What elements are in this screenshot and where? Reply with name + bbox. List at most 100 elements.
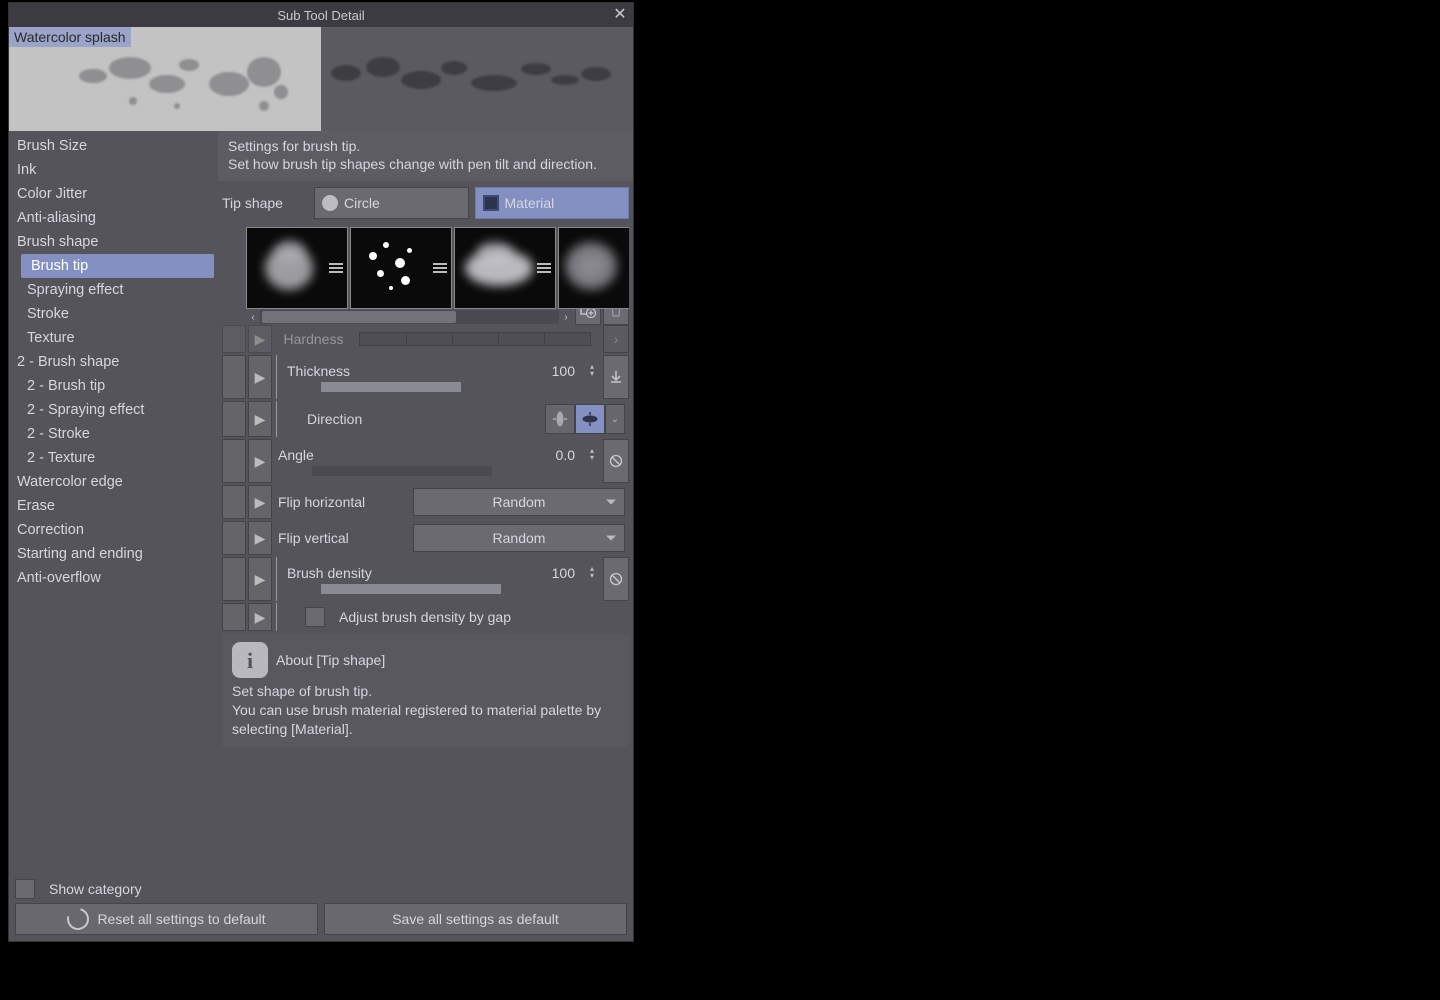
sidebar-item-spraying-effect[interactable]: Spraying effect xyxy=(9,278,218,302)
thickness-value[interactable]: 100 xyxy=(552,363,577,379)
density-label: Brush density xyxy=(287,565,372,581)
bracket xyxy=(276,557,283,601)
bracket xyxy=(276,355,283,399)
reset-icon xyxy=(63,904,93,934)
direction-horizontal-button[interactable] xyxy=(575,404,605,434)
thumb-4[interactable] xyxy=(558,227,629,309)
sidebar-item-2-texture[interactable]: 2 - Texture xyxy=(9,446,218,470)
show-category-label: Show category xyxy=(49,881,142,897)
sidebar-item-brush-shape[interactable]: Brush shape xyxy=(9,230,218,254)
hardness-more-button[interactable]: › xyxy=(603,325,629,353)
sidebar-item-2-stroke[interactable]: 2 - Stroke xyxy=(9,422,218,446)
flip-h-checkbox[interactable] xyxy=(222,485,246,519)
drag-icon[interactable] xyxy=(433,263,447,273)
thickness-dynamics-button[interactable]: ▶ xyxy=(248,355,272,399)
brush-tip-thumbnails xyxy=(246,227,629,309)
direction-dynamics-button[interactable]: ▶ xyxy=(248,401,272,437)
thickness-label: Thickness xyxy=(287,363,350,379)
tip-shape-label: Tip shape xyxy=(222,195,308,211)
density-lock-button[interactable] xyxy=(603,557,629,601)
sidebar-item-brush-tip[interactable]: Brush tip xyxy=(21,254,214,278)
show-category-checkbox[interactable] xyxy=(15,879,35,899)
sidebar-item-stroke[interactable]: Stroke xyxy=(9,302,218,326)
about-heading: About [Tip shape] xyxy=(276,651,385,670)
sidebar-item-correction[interactable]: Correction xyxy=(9,518,218,542)
density-checkbox[interactable] xyxy=(222,557,246,601)
sidebar-item-starting-ending[interactable]: Starting and ending xyxy=(9,542,218,566)
main-panel: Settings for brush tip. Set how brush ti… xyxy=(218,131,633,873)
save-defaults-button[interactable]: Save all settings as default xyxy=(324,903,627,935)
thickness-save-button[interactable] xyxy=(603,355,629,399)
close-button[interactable]: ✕ xyxy=(611,5,629,23)
density-value[interactable]: 100 xyxy=(552,565,577,581)
sidebar-item-watercolor-edge[interactable]: Watercolor edge xyxy=(9,470,218,494)
thumb-2[interactable] xyxy=(350,227,452,309)
sidebar-item-ink[interactable]: Ink xyxy=(9,158,218,182)
sidebar-item-erase[interactable]: Erase xyxy=(9,494,218,518)
adjust-gap-checkbox[interactable] xyxy=(305,607,325,627)
thumb-scrollbar[interactable] xyxy=(260,310,559,324)
about-box: i About [Tip shape] Set shape of brush t… xyxy=(222,634,629,747)
description-box: Settings for brush tip. Set how brush ti… xyxy=(218,131,633,181)
thickness-slider[interactable] xyxy=(321,382,461,392)
density-spinner[interactable]: ▴▾ xyxy=(587,566,597,579)
scroll-right-icon[interactable]: › xyxy=(559,310,573,324)
tip-shape-circle-button[interactable]: Circle xyxy=(314,187,469,219)
thumb-1[interactable] xyxy=(246,227,348,309)
preview-light[interactable]: Watercolor splash xyxy=(9,27,321,131)
direction-checkbox[interactable] xyxy=(222,401,246,437)
adjust-gap-label: Adjust brush density by gap xyxy=(339,609,511,625)
adjust-gap-pre-checkbox[interactable] xyxy=(222,603,246,631)
drag-icon[interactable] xyxy=(329,263,343,273)
footer: Show category Reset all settings to defa… xyxy=(9,873,633,941)
direction-more-button[interactable]: ⌄ xyxy=(605,404,625,434)
scroll-left-icon[interactable]: ‹ xyxy=(246,310,260,324)
flip-v-dynamics-button[interactable]: ▶ xyxy=(248,521,272,555)
angle-spinner[interactable]: ▴▾ xyxy=(587,448,597,461)
reset-button[interactable]: Reset all settings to default xyxy=(15,903,318,935)
hardness-checkbox[interactable] xyxy=(222,325,246,353)
thickness-spinner[interactable]: ▴▾ xyxy=(587,364,597,377)
window-title: Sub Tool Detail xyxy=(277,8,364,23)
sidebar-item-2-brush-tip[interactable]: 2 - Brush tip xyxy=(9,374,218,398)
flip-h-dynamics-button[interactable]: ▶ xyxy=(248,485,272,519)
bracket xyxy=(276,401,283,437)
thumb-3[interactable] xyxy=(454,227,556,309)
sidebar-item-anti-overflow[interactable]: Anti-overflow xyxy=(9,566,218,590)
titlebar[interactable]: Sub Tool Detail ✕ xyxy=(9,3,633,27)
drag-icon[interactable] xyxy=(537,263,551,273)
direction-vertical-button[interactable] xyxy=(545,404,575,434)
sidebar-item-2-brush-shape[interactable]: 2 - Brush shape xyxy=(9,350,218,374)
tip-shape-circle-label: Circle xyxy=(344,195,380,211)
density-slider[interactable] xyxy=(321,584,501,594)
angle-checkbox[interactable] xyxy=(222,439,246,483)
sidebar-item-texture[interactable]: Texture xyxy=(9,326,218,350)
preview-dark[interactable] xyxy=(321,27,633,131)
flip-h-label: Flip horizontal xyxy=(278,494,365,510)
angle-label: Angle xyxy=(278,447,314,463)
subtool-detail-window: Sub Tool Detail ✕ Watercolor splash xyxy=(8,2,634,942)
sidebar-item-2-spraying-effect[interactable]: 2 - Spraying effect xyxy=(9,398,218,422)
about-body: Set shape of brush tip. You can use brus… xyxy=(232,682,619,739)
info-icon: i xyxy=(232,642,268,678)
direction-label: Direction xyxy=(307,411,362,427)
category-sidebar[interactable]: Brush Size Ink Color Jitter Anti-aliasin… xyxy=(9,131,218,873)
hardness-dynamics-button[interactable]: ▶ xyxy=(248,325,272,353)
bracket xyxy=(276,603,283,631)
angle-dynamics-button[interactable]: ▶ xyxy=(248,439,272,483)
tip-shape-material-button[interactable]: Material xyxy=(475,187,630,219)
flip-v-checkbox[interactable] xyxy=(222,521,246,555)
angle-lock-button[interactable] xyxy=(603,439,629,483)
flip-v-select[interactable]: Random xyxy=(413,524,625,552)
angle-slider[interactable] xyxy=(312,466,492,476)
flip-h-select[interactable]: Random xyxy=(413,488,625,516)
adjust-gap-dynamics-button[interactable]: ▶ xyxy=(248,603,272,631)
density-dynamics-button[interactable]: ▶ xyxy=(248,557,272,601)
thickness-checkbox[interactable] xyxy=(222,355,246,399)
hardness-segments xyxy=(359,332,591,346)
sidebar-item-color-jitter[interactable]: Color Jitter xyxy=(9,182,218,206)
sidebar-item-anti-aliasing[interactable]: Anti-aliasing xyxy=(9,206,218,230)
sidebar-item-brush-size[interactable]: Brush Size xyxy=(9,134,218,158)
angle-value[interactable]: 0.0 xyxy=(556,447,577,463)
flip-v-label: Flip vertical xyxy=(278,530,349,546)
